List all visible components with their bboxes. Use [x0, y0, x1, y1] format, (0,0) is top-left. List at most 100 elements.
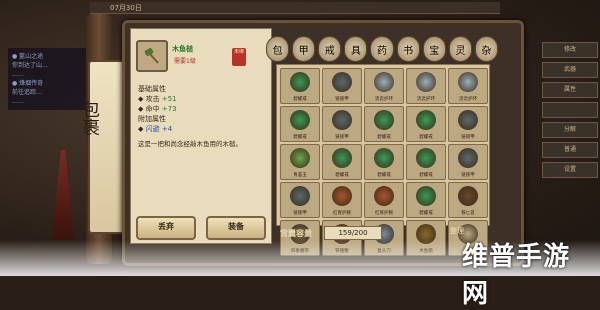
attr-row: ◆ 攻击 +51 [138, 95, 177, 103]
item-slot-label: 碧螺戒 [293, 135, 307, 140]
item-slot-icon [416, 186, 436, 206]
inventory-title: 包裹 [79, 100, 119, 136]
inventory-slot[interactable]: 碧螺戒 [406, 106, 446, 142]
quest-line: ● 烽烟传奇 [12, 80, 44, 87]
item-slot-icon [332, 72, 352, 92]
side-menu-button[interactable]: 修改 [542, 42, 598, 58]
item-slot-label: 碧螺戒 [419, 135, 433, 140]
inventory-slot[interactable]: 碧螺戒 [406, 182, 446, 218]
quest-line: …… [12, 71, 24, 78]
item-slot-icon [458, 148, 478, 168]
item-slot-label: 碧螺戒 [335, 173, 349, 178]
item-slot-icon [458, 72, 478, 92]
item-slot-label: 流云护环 [375, 97, 393, 102]
item-name: 木鱼槌 [172, 45, 193, 53]
category-tab[interactable]: 宝 [422, 36, 446, 62]
attr-row: ◆ 命中 +73 [138, 105, 177, 113]
right-side-menu: 修改武器属性分解普通设置 [538, 38, 600, 228]
bound-badge: 未绑 [232, 48, 246, 66]
item-slot-label: 流云护环 [459, 97, 477, 102]
inventory-slot[interactable]: 碧螺戒 [364, 144, 404, 180]
item-slot-icon [416, 110, 436, 130]
quest-line: 你到达了山… [12, 62, 49, 69]
mallet-icon [144, 48, 159, 64]
side-menu-button[interactable]: 属性 [542, 82, 598, 98]
item-slot-label: 青苔玉 [293, 173, 307, 178]
inventory-slot[interactable]: 链锁甲 [448, 106, 488, 142]
inventory-slot[interactable]: 碧螺戒 [406, 144, 446, 180]
inventory-slot[interactable]: 碧螺戒 [322, 144, 362, 180]
inventory-slot[interactable]: 流云护环 [448, 68, 488, 104]
item-slot-icon [458, 186, 478, 206]
inventory-slot[interactable]: 碧螺戒 [364, 106, 404, 142]
item-slot-icon [458, 110, 478, 130]
category-tab[interactable]: 灵 [448, 36, 472, 62]
attr-row: ◆ 闪避 +4 [138, 125, 173, 133]
item-slot-label: 链锁甲 [461, 173, 475, 178]
discard-button[interactable]: 丢弃 [136, 216, 196, 240]
inventory-slot[interactable]: 链锁甲 [322, 68, 362, 104]
item-slot-icon [374, 72, 394, 92]
item-slot-label: 红胥护腕 [375, 211, 393, 216]
item-slot-label: 红胥护腕 [333, 211, 351, 216]
top-status-date: 07月30日 [110, 3, 142, 12]
capacity-value: 159/200 [324, 226, 382, 240]
inventory-slot[interactable]: 链锁甲 [322, 106, 362, 142]
item-slot-icon [290, 110, 310, 130]
capacity-label: 背囊容量 [280, 229, 312, 238]
category-tab[interactable]: 具 [344, 36, 368, 62]
side-menu-button[interactable]: 普通 [542, 142, 598, 158]
side-menu-button[interactable]: 设置 [542, 162, 598, 178]
side-menu-button[interactable]: 武器 [542, 62, 598, 78]
attr-value: +51 [161, 95, 177, 103]
item-requirement: 需要1级 [174, 58, 196, 65]
item-slot-label: 链锁甲 [335, 135, 349, 140]
side-menu-button[interactable]: 分解 [542, 122, 598, 138]
item-slot-icon [332, 186, 352, 206]
item-slot-label: 碧螺戒 [419, 211, 433, 216]
category-tab[interactable]: 戒 [318, 36, 342, 62]
inventory-slot[interactable]: 铁匕首 [448, 182, 488, 218]
category-tab[interactable]: 杂 [474, 36, 498, 62]
extra-attr-title: 附加属性 [138, 115, 166, 123]
item-slot-label: 链锁甲 [293, 211, 307, 216]
item-slot-icon [416, 148, 436, 168]
inventory-slot[interactable]: 链锁甲 [448, 144, 488, 180]
item-slot-label: 碧螺戒 [377, 135, 391, 140]
item-attributes: 基础属性 ◆ 攻击 +51 ◆ 命中 +73 附加属性 ◆ 闪避 +4 [138, 84, 266, 134]
item-slot-label: 碧螺戒 [419, 173, 433, 178]
inventory-slot[interactable]: 红胥护腕 [322, 182, 362, 218]
item-slot-label: 链锁甲 [461, 135, 475, 140]
item-slot-label: 流云护环 [417, 97, 435, 102]
attr-label: 闪避 [145, 125, 160, 133]
category-tab[interactable]: 药 [370, 36, 394, 62]
inventory-slot[interactable]: 流云护环 [406, 68, 446, 104]
top-status-bar: 07月30日 [90, 2, 500, 14]
inventory-slot[interactable]: 红胥护腕 [364, 182, 404, 218]
attr-value: +4 [161, 125, 173, 133]
equip-button[interactable]: 装备 [206, 216, 266, 240]
category-tab[interactable]: 包 [266, 36, 290, 62]
inventory-slot[interactable]: 流云护环 [364, 68, 404, 104]
sort-label: 整理 [450, 227, 464, 235]
item-slot-label: 碧螺戒 [377, 173, 391, 178]
watermark-logo: 维普手游网 [462, 242, 571, 309]
item-slot-label: 碧螺戒 [293, 97, 307, 102]
category-tab[interactable]: 书 [396, 36, 420, 62]
item-slot-icon [290, 148, 310, 168]
inventory-slot[interactable]: 链锁甲 [280, 182, 320, 218]
category-tab[interactable]: 甲 [292, 36, 316, 62]
item-slot-icon [332, 110, 352, 130]
item-slot-label: 铁匕首 [461, 211, 475, 216]
item-slot-label: 链锁甲 [335, 97, 349, 102]
category-tabs: 包甲戒具药书宝灵杂 [266, 36, 498, 64]
side-menu-button[interactable] [542, 102, 598, 118]
inventory-slot[interactable]: 青苔玉 [280, 144, 320, 180]
item-slot-icon [374, 148, 394, 168]
item-description: 这是一把和尚念经敲木鱼用的木槌。 [138, 140, 242, 148]
item-slot-icon [290, 186, 310, 206]
base-attr-title: 基础属性 [138, 85, 166, 93]
quest-line: 前往追踪… [12, 89, 43, 96]
inventory-slot[interactable]: 碧螺戒 [280, 106, 320, 142]
inventory-slot[interactable]: 碧螺戒 [280, 68, 320, 104]
